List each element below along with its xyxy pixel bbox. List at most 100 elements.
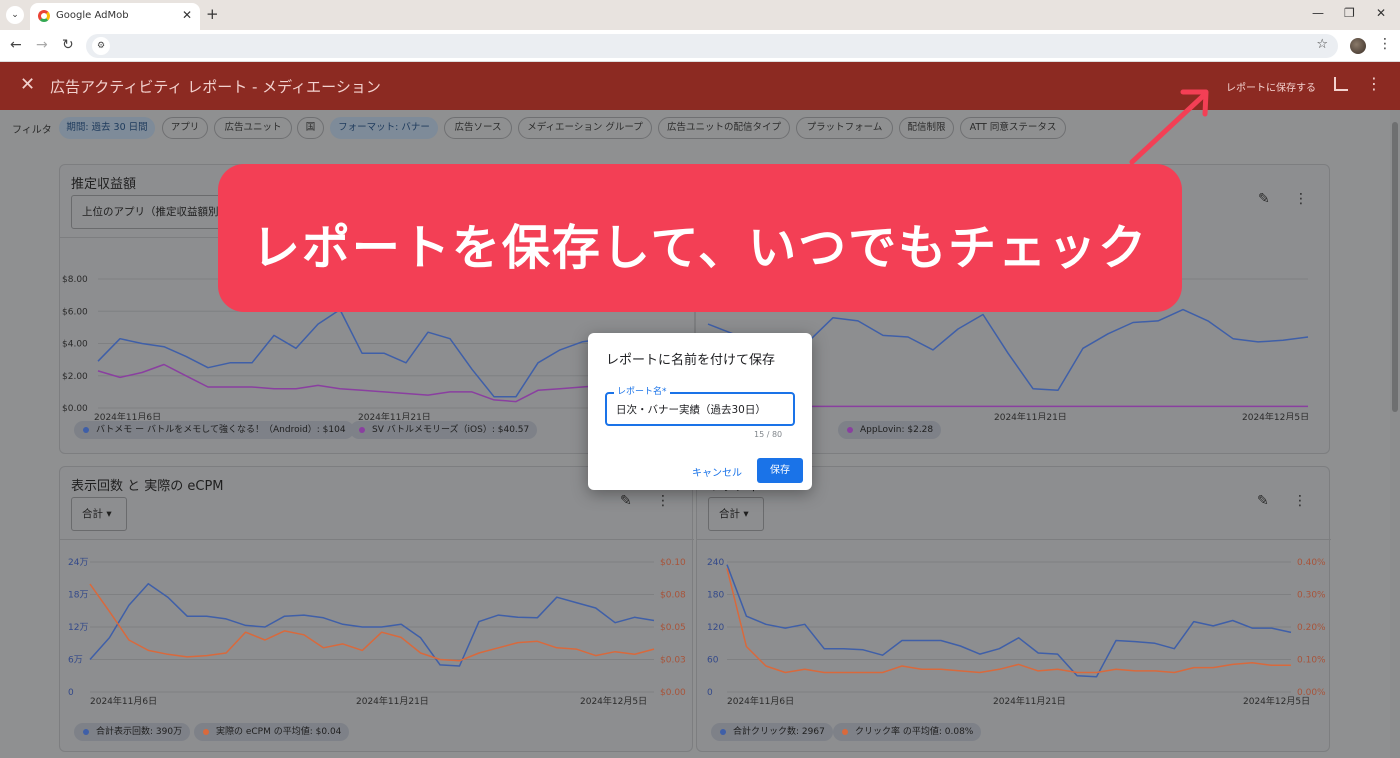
app-header: ✕ 広告アクティビティ レポート - メディエーション レポートに保存する ⋮ — [0, 62, 1400, 110]
dropdown-label: 合計 — [82, 508, 103, 520]
filter-chip-platform[interactable]: プラットフォーム — [796, 117, 893, 139]
y-tick-label: 12万 — [68, 623, 88, 633]
export-icon[interactable] — [1334, 77, 1348, 91]
legend-dot — [359, 427, 365, 433]
filter-chip-ad-unit[interactable]: 広告ユニット — [214, 117, 292, 139]
legend-label: AppLovin: $2.28 — [860, 425, 934, 435]
dialog-title: レポートに名前を付けて保存 — [606, 353, 776, 368]
x-tick-label: 2024年12月5日 — [1242, 411, 1309, 420]
x-tick-label: 2024年12月5日 — [1243, 695, 1310, 707]
filter-chip-format[interactable]: フォーマット: バナー — [330, 117, 438, 139]
impressions-total-dropdown[interactable]: 合計 ▾ — [71, 497, 127, 531]
chrome-menu-icon[interactable]: ⋮ — [1378, 36, 1392, 52]
close-report-icon[interactable]: ✕ — [20, 74, 35, 95]
more-options-icon[interactable]: ⋮ — [1366, 74, 1382, 93]
y-right-tick-label: $0.08 — [660, 591, 686, 601]
legend-dot — [842, 729, 848, 735]
y-tick-label: $0.00 — [62, 404, 88, 414]
filter-label: フィルタ — [12, 125, 52, 136]
y-right-tick-label: $0.00 — [660, 688, 686, 698]
legend-total-clicks[interactable]: 合計クリック数: 2967 — [711, 723, 833, 741]
back-button[interactable]: ← — [10, 37, 22, 53]
banner-text: レポートを保存して、いつでもチェック — [251, 220, 1149, 276]
filter-chip-serving-type[interactable]: 広告ユニットの配信タイプ — [658, 117, 790, 139]
site-info-icon[interactable]: ⚙ — [92, 37, 110, 55]
legend-dot — [83, 729, 89, 735]
page-scrollbar[interactable] — [1390, 110, 1400, 758]
card-divider — [697, 539, 1331, 540]
card-more-icon[interactable]: ⋮ — [1294, 191, 1308, 207]
y-right-tick-label: 0.10% — [1297, 656, 1326, 666]
report-name-value[interactable]: 日次・バナー実績（過去30日） — [616, 402, 766, 417]
tab-close-icon[interactable]: ✕ — [182, 8, 192, 22]
series-line — [97, 308, 671, 398]
series-line — [89, 582, 655, 667]
y-right-tick-label: 0.40% — [1297, 558, 1326, 568]
scrollbar-thumb[interactable] — [1392, 122, 1398, 412]
y-right-tick-label: $0.05 — [660, 623, 686, 633]
legend-label: 合計表示回数: 390万 — [96, 727, 183, 737]
y-tick-label: 240 — [707, 558, 724, 568]
save-report-button[interactable]: レポートに保存する — [1226, 79, 1316, 94]
x-tick-label: 2024年11月6日 — [90, 695, 157, 707]
legend-ecpm[interactable]: 実際の eCPM の平均値: $0.04 — [194, 723, 350, 741]
filter-chip-delivery-limit[interactable]: 配信制限 — [899, 117, 954, 139]
filter-chip-period[interactable]: 期間: 過去 30 日間 — [59, 117, 155, 139]
character-counter: 15 / 80 — [754, 430, 783, 439]
y-tick-label: 0 — [68, 688, 74, 698]
browser-toolbar: ← → ↻ ⚙ ☆ ⋮ — [0, 30, 1400, 62]
bookmark-star-icon[interactable]: ☆ — [1316, 37, 1328, 52]
restore-button[interactable]: ❐ — [1344, 6, 1355, 20]
profile-avatar[interactable] — [1350, 38, 1366, 54]
legend-ctr[interactable]: クリック率 の平均値: 0.08% — [833, 723, 982, 741]
card-more-icon[interactable]: ⋮ — [656, 493, 670, 509]
legend-label: 実際の eCPM の平均値: $0.04 — [216, 727, 342, 737]
x-tick-label: 2024年11月21日 — [994, 411, 1067, 420]
clicks-total-dropdown[interactable]: 合計 ▾ — [708, 497, 764, 531]
address-bar[interactable]: ⚙ ☆ — [86, 34, 1338, 58]
cancel-button[interactable]: キャンセル — [692, 464, 742, 479]
y-right-tick-label: $0.10 — [660, 558, 686, 568]
legend-label: SV バトルメモリーズ（iOS）: $40.57 — [372, 425, 530, 435]
y-tick-label: 0 — [707, 688, 713, 698]
y-tick-label: 24万 — [68, 558, 88, 568]
clicks-card: リック率 合計 ▾ ✎ ⋮ 2401801206000.40%0.30%0.20… — [696, 466, 1331, 752]
edit-pencil-icon[interactable]: ✎ — [620, 493, 632, 509]
y-right-tick-label: $0.03 — [660, 656, 686, 666]
legend-ios-app[interactable]: SV バトルメモリーズ（iOS）: $40.57 — [350, 421, 538, 439]
legend-label: 合計クリック数: 2967 — [733, 727, 825, 737]
series-line — [89, 583, 655, 662]
legend-total-impressions[interactable]: 合計表示回数: 390万 — [74, 723, 191, 741]
dropdown-label: 合計 — [719, 508, 740, 520]
save-button[interactable]: 保存 — [757, 458, 803, 483]
y-right-tick-label: 0.30% — [1297, 591, 1326, 601]
filter-bar: フィルタ 期間: 過去 30 日間 アプリ 広告ユニット 国 フォーマット: バ… — [0, 110, 1390, 146]
legend-label: クリック率 の平均値: 0.08% — [855, 727, 974, 737]
edit-pencil-icon[interactable]: ✎ — [1257, 493, 1269, 509]
new-tab-button[interactable]: + — [206, 5, 219, 23]
tab-search-button[interactable]: ⌄ — [6, 6, 24, 24]
minimize-button[interactable]: — — [1312, 6, 1324, 20]
impressions-card: 表示回数 と 実際の eCPM 合計 ▾ ✎ ⋮ 24万 18万 12万 6万 0 $0.… — [59, 466, 694, 752]
card-more-icon[interactable]: ⋮ — [1293, 493, 1307, 509]
impressions-chart: 24万 18万 12万 6万 0 $0.10 $0.08 $0.05 $0.03 $0.00 202… — [68, 558, 686, 707]
window-close-button[interactable]: ✕ — [1376, 6, 1386, 20]
forward-button[interactable]: → — [36, 37, 48, 53]
filter-chip-mediation-group[interactable]: メディエーション グループ — [518, 117, 652, 139]
edit-pencil-icon[interactable]: ✎ — [1258, 191, 1270, 207]
legend-label: バトメモ ー バトルをメモして強くなる！（Android）: $104 — [96, 425, 346, 435]
reload-button[interactable]: ↻ — [62, 37, 74, 53]
filter-chip-att-status[interactable]: ATT 同意ステータス — [960, 117, 1066, 139]
y-tick-label: $4.00 — [62, 340, 88, 350]
y-tick-label: 60 — [707, 656, 719, 666]
legend-applovin[interactable]: AppLovin: $2.28 — [838, 421, 942, 439]
legend-dot — [847, 427, 853, 433]
y-tick-label: $2.00 — [62, 372, 88, 382]
series-line — [726, 568, 1291, 674]
filter-chip-ad-source[interactable]: 広告ソース — [444, 117, 512, 139]
promo-banner: レポートを保存して、いつでもチェック — [218, 164, 1182, 312]
legend-android-app[interactable]: バトメモ ー バトルをメモして強くなる！（Android）: $104 — [74, 421, 354, 439]
filter-chip-country[interactable]: 国 — [297, 117, 324, 139]
browser-tab[interactable]: Google AdMob ✕ — [30, 3, 200, 30]
filter-chip-app[interactable]: アプリ — [162, 117, 208, 139]
